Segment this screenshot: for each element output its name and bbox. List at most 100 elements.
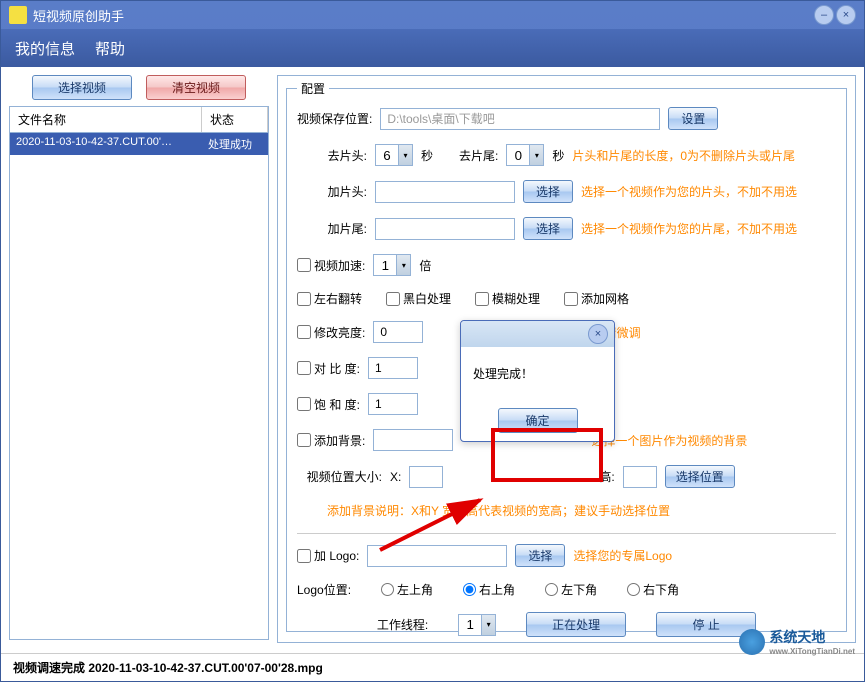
save-path-input[interactable]	[380, 108, 660, 130]
clear-video-button[interactable]: 清空视频	[146, 75, 246, 100]
list-item-status: 处理成功	[202, 133, 268, 155]
add-tail-button[interactable]: 选择	[523, 217, 573, 240]
logo-input[interactable]	[367, 545, 507, 567]
add-head-input[interactable]	[375, 181, 515, 203]
pos-label: 视频位置大小:	[297, 468, 382, 485]
config-legend: 配置	[297, 80, 329, 97]
logo-label: 加 Logo:	[314, 547, 359, 564]
add-head-button[interactable]: 选择	[523, 180, 573, 203]
speed-spinner[interactable]: ▾	[397, 254, 411, 276]
statusbar: 视频调速完成 2020-11-03-10-42-37.CUT.00'07-00'…	[1, 653, 864, 681]
add-head-label: 加片头:	[297, 183, 367, 200]
bg-label: 添加背景:	[314, 432, 365, 449]
cut-tail-input[interactable]	[506, 144, 530, 166]
brightness-checkbox[interactable]	[297, 325, 311, 339]
speed-label: 视频加速:	[314, 257, 365, 274]
app-window: 短视频原创助手 – × 我的信息 帮助 选择视频 清空视频 文件名称 状态 20…	[0, 0, 865, 682]
logo-checkbox[interactable]	[297, 549, 311, 563]
add-tail-label: 加片尾:	[297, 220, 367, 237]
grid-label: 添加网格	[581, 290, 629, 307]
message-dialog: × 处理完成！ 确定	[460, 320, 615, 442]
cut-hint: 片头和片尾的长度，0为不删除片头或片尾	[572, 147, 795, 164]
save-path-label: 视频保存位置:	[297, 110, 372, 127]
pos-x-input[interactable]	[409, 466, 443, 488]
blur-checkbox[interactable]	[475, 292, 489, 306]
cut-head-unit: 秒	[421, 147, 433, 164]
titlebar[interactable]: 短视频原创助手 – ×	[1, 1, 864, 29]
col-status-header[interactable]: 状态	[202, 107, 268, 132]
saturation-input[interactable]	[368, 393, 418, 415]
left-toolbar: 选择视频 清空视频	[9, 75, 269, 100]
window-controls: – ×	[814, 5, 856, 25]
speed-checkbox[interactable]	[297, 258, 311, 272]
pos-x-label: X:	[390, 470, 401, 484]
bg-checkbox[interactable]	[297, 433, 311, 447]
threads-input[interactable]	[458, 614, 482, 636]
app-icon	[9, 6, 27, 24]
flip-checkbox[interactable]	[297, 292, 311, 306]
close-button[interactable]: ×	[836, 5, 856, 25]
video-list: 文件名称 状态 2020-11-03-10-42-37.CUT.00'… 处理成…	[9, 106, 269, 640]
saturation-label: 饱 和 度:	[314, 396, 360, 413]
contrast-input[interactable]	[368, 357, 418, 379]
logo-button[interactable]: 选择	[515, 544, 565, 567]
processing-button[interactable]: 正在处理	[526, 612, 626, 637]
select-pos-button[interactable]: 选择位置	[665, 465, 735, 488]
pos-hint: 添加背景说明：X和Y 宽和高代表视频的宽高；建议手动选择位置	[327, 502, 670, 519]
cut-tail-label: 去片尾:	[459, 147, 498, 164]
status-text: 视频调速完成 2020-11-03-10-42-37.CUT.00'07-00'…	[13, 659, 323, 676]
logo-hint: 选择您的专属Logo	[573, 547, 672, 564]
bw-label: 黑白处理	[403, 290, 451, 307]
contrast-label: 对 比 度:	[314, 360, 360, 377]
logo-pos-label: Logo位置:	[297, 581, 351, 598]
col-filename-header[interactable]: 文件名称	[10, 107, 202, 132]
watermark-brand: 系统天地	[769, 629, 825, 645]
left-panel: 选择视频 清空视频 文件名称 状态 2020-11-03-10-42-37.CU…	[9, 75, 269, 645]
dialog-ok-button[interactable]: 确定	[498, 408, 578, 433]
select-video-button[interactable]: 选择视频	[32, 75, 132, 100]
pos-h-label: 高:	[599, 468, 614, 485]
bg-input[interactable]	[373, 429, 453, 451]
blur-label: 模糊处理	[492, 290, 540, 307]
watermark-globe-icon	[739, 629, 765, 655]
logo-bl-radio[interactable]	[545, 583, 558, 596]
add-head-hint: 选择一个视频作为您的片头，不加不用选	[581, 183, 797, 200]
logo-tr-radio[interactable]	[463, 583, 476, 596]
brightness-label: 修改亮度:	[314, 324, 365, 341]
logo-tl-radio[interactable]	[381, 583, 394, 596]
watermark: 系统天地 www.XiTongTianDi.net	[739, 627, 855, 656]
threads-label: 工作线程:	[377, 616, 428, 633]
menu-help[interactable]: 帮助	[95, 38, 125, 59]
flip-label: 左右翻转	[314, 290, 362, 307]
grid-checkbox[interactable]	[564, 292, 578, 306]
cut-tail-spinner[interactable]: ▾	[530, 144, 544, 166]
cut-head-input[interactable]	[375, 144, 399, 166]
brightness-input[interactable]	[373, 321, 423, 343]
speed-input[interactable]	[373, 254, 397, 276]
saturation-checkbox[interactable]	[297, 397, 311, 411]
list-header: 文件名称 状态	[10, 107, 268, 133]
add-tail-hint: 选择一个视频作为您的片尾，不加不用选	[581, 220, 797, 237]
list-item-name: 2020-11-03-10-42-37.CUT.00'…	[10, 133, 202, 155]
minimize-button[interactable]: –	[814, 5, 834, 25]
dialog-titlebar[interactable]: ×	[461, 321, 614, 347]
cut-head-spinner[interactable]: ▾	[399, 144, 413, 166]
content-area: 选择视频 清空视频 文件名称 状态 2020-11-03-10-42-37.CU…	[1, 67, 864, 653]
bw-checkbox[interactable]	[386, 292, 400, 306]
dialog-close-button[interactable]: ×	[588, 324, 608, 344]
menubar: 我的信息 帮助	[1, 29, 864, 67]
threads-spinner[interactable]: ▾	[482, 614, 496, 636]
pos-h-input[interactable]	[623, 466, 657, 488]
cut-tail-unit: 秒	[552, 147, 564, 164]
dialog-message: 处理完成！	[461, 347, 614, 400]
app-title: 短视频原创助手	[33, 6, 814, 25]
cut-head-label: 去片头:	[297, 147, 367, 164]
contrast-checkbox[interactable]	[297, 361, 311, 375]
set-path-button[interactable]: 设置	[668, 107, 718, 130]
list-item[interactable]: 2020-11-03-10-42-37.CUT.00'… 处理成功	[10, 133, 268, 155]
menu-my-info[interactable]: 我的信息	[15, 38, 75, 59]
watermark-url: www.XiTongTianDi.net	[769, 647, 855, 656]
logo-br-radio[interactable]	[627, 583, 640, 596]
divider	[297, 533, 836, 534]
add-tail-input[interactable]	[375, 218, 515, 240]
